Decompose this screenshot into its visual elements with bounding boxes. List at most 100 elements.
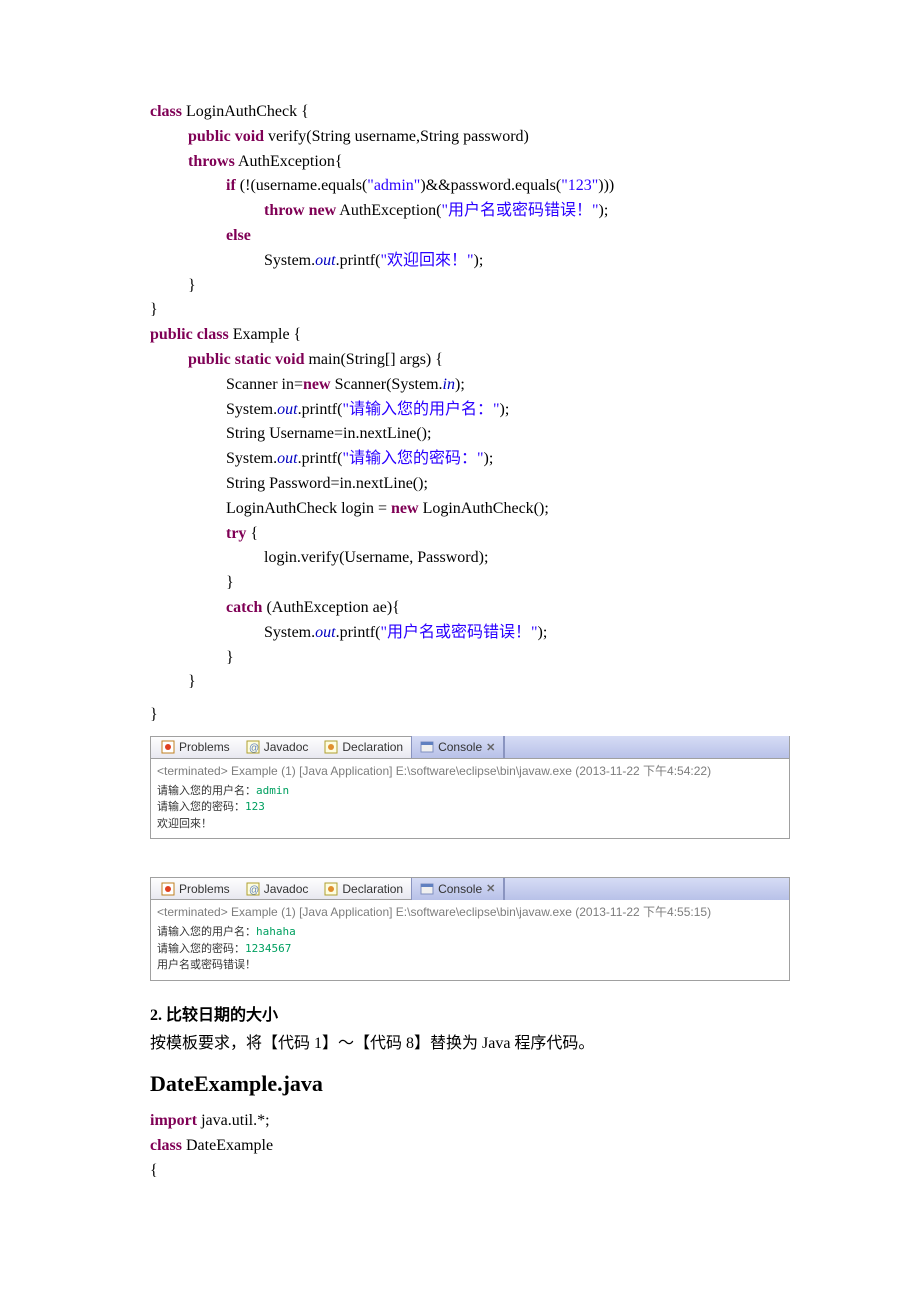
kw: public [150,326,193,343]
tab-javadoc[interactable]: @ Javadoc [238,736,317,758]
kw: new [303,376,331,393]
code: LoginAuthCheck(); [419,500,549,517]
str: "admin" [367,177,420,194]
code: .printf( [336,624,381,641]
code: verify(String username,String password) [264,128,529,145]
javadoc-icon: @ [246,882,260,896]
field: in [443,376,455,393]
code: String Username=in.nextLine(); [226,425,431,442]
console-body: <terminated> Example (1) [Java Applicati… [151,759,789,839]
code: ); [500,401,510,418]
tab-label: Javadoc [264,882,309,896]
code: LoginAuthCheck login = [226,500,391,517]
code: Scanner(System. [331,376,443,393]
code: Scanner in= [226,376,303,393]
field: out [277,401,297,418]
tab-declaration[interactable]: Declaration [316,878,411,900]
kw: public [188,351,231,368]
user-input: 1234567 [245,942,291,955]
console-icon [420,740,434,754]
kw: throws [188,153,235,170]
console-line: 请输入您的用户名：hahaha [157,924,783,941]
tabbar-spacer [504,878,789,900]
kw: new [309,202,337,219]
tab-label: Javadoc [264,740,309,754]
section-text: 按模板要求，将【代码 1】～【代码 8】替换为 Java 程序代码。 [150,1029,770,1053]
code: } [188,673,196,690]
code: ); [474,252,484,269]
str: "用户名或密码错误！" [380,624,537,641]
close-icon[interactable]: ✕ [486,882,495,895]
code: AuthException{ [235,153,343,170]
code: (AuthException ae){ [262,599,399,616]
kw: void [235,128,264,145]
code: .printf( [336,252,381,269]
code: } [226,649,234,666]
console-line: 用户名或密码错误！ [157,957,783,974]
terminated-status: <terminated> Example (1) [Java Applicati… [157,903,783,920]
code: .printf( [298,401,343,418]
code: } [226,574,234,591]
code: } [188,277,196,294]
console-line: 请输入您的用户名：admin [157,783,783,800]
eclipse-console-panel-1: Problems @ Javadoc Declaration Console ✕… [150,736,790,840]
console-tabbar: Problems @ Javadoc Declaration Console ✕ [151,737,789,759]
tabbar-spacer [504,736,789,758]
kw: static [235,351,271,368]
code: ))) [598,177,614,194]
tab-label: Declaration [342,882,403,896]
code: System. [264,252,315,269]
java-code-block-2: import java.util.*; class DateExample { [150,1109,770,1183]
problems-icon [161,740,175,754]
tab-console[interactable]: Console ✕ [411,736,504,758]
close-icon[interactable]: ✕ [486,741,495,754]
kw: class [197,326,229,343]
kw: import [150,1112,197,1129]
str: "欢迎回來！" [380,252,473,269]
console-body: <terminated> Example (1) [Java Applicati… [151,900,789,980]
code: System. [264,624,315,641]
kw: throw [264,202,305,219]
code: ); [455,376,465,393]
code: String Password=in.nextLine(); [226,475,428,492]
tab-problems[interactable]: Problems [153,878,238,900]
code: )&&password.equals( [420,177,561,194]
section-heading-2: 2. 比较日期的大小 [150,1001,770,1025]
tab-label: Problems [179,882,230,896]
field: out [315,252,335,269]
tab-console[interactable]: Console ✕ [411,878,504,900]
code: { [150,1162,158,1179]
tab-label: Declaration [342,740,403,754]
javadoc-icon: @ [246,740,260,754]
code: ); [484,450,494,467]
console-line: 请输入您的密码：1234567 [157,941,783,958]
declaration-icon [324,740,338,754]
field: out [277,450,297,467]
code: login.verify(Username, Password); [264,549,488,566]
tab-problems[interactable]: Problems [153,736,238,758]
kw: new [391,500,419,517]
code: } [150,706,158,723]
field: out [315,624,335,641]
user-input: hahaha [256,925,296,938]
user-input: 123 [245,800,265,813]
kw: catch [226,599,262,616]
code: ); [599,202,609,219]
tab-javadoc[interactable]: @ Javadoc [238,878,317,900]
str: "123" [561,177,598,194]
str: "请输入您的用户名：" [342,401,499,418]
console-line: 请输入您的密码：123 [157,799,783,816]
code: System. [226,450,277,467]
tab-label: Console [438,882,482,896]
svg-text:@: @ [249,885,259,896]
code: java.util.*; [197,1112,269,1129]
kw: try [226,525,246,542]
svg-text:@: @ [249,743,259,754]
console-line: 欢迎回來！ [157,816,783,833]
tab-label: Problems [179,740,230,754]
console-tabbar: Problems @ Javadoc Declaration Console ✕ [151,878,789,900]
code: DateExample [182,1137,273,1154]
user-input: admin [256,784,289,797]
tab-declaration[interactable]: Declaration [316,736,411,758]
kw: class [150,103,182,120]
